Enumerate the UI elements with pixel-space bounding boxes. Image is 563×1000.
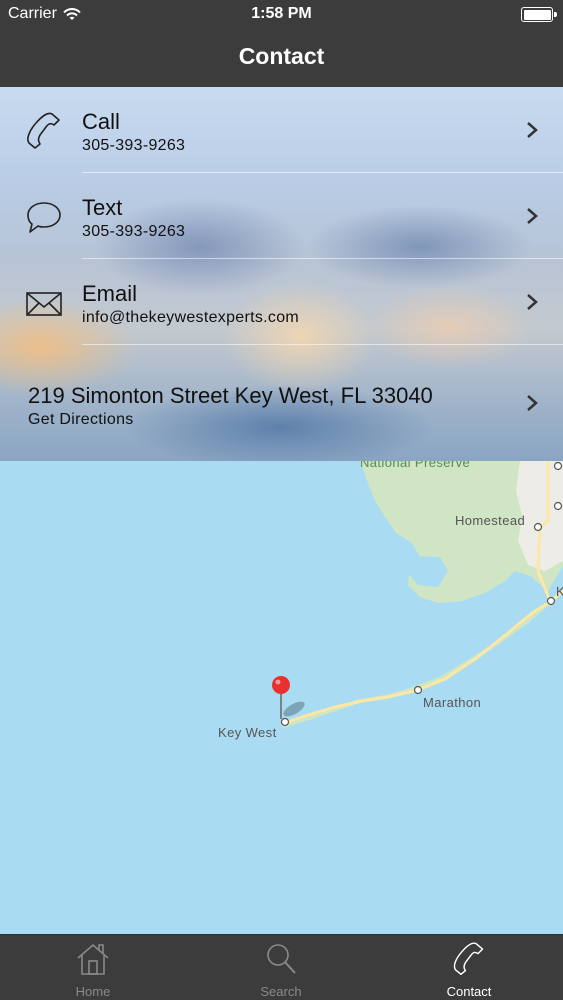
address-title: 219 Simonton Street Key West, FL 33040 xyxy=(28,383,433,408)
row-title: Call xyxy=(82,109,120,134)
row-subtitle: 305-393-9263 xyxy=(82,137,186,154)
chat-bubble-icon xyxy=(27,202,61,233)
contact-panel: Call 305-393-9263 Text 305-393-9263 Emai… xyxy=(0,87,563,461)
map-label-homestead: Homestead xyxy=(455,513,526,528)
map-label-preserve: National Preserve xyxy=(360,461,471,470)
tab-bar: Home Search Contact xyxy=(0,934,563,1000)
address-row[interactable]: 219 Simonton Street Key West, FL 33040 G… xyxy=(0,353,563,461)
battery-icon xyxy=(521,7,557,22)
phone-icon xyxy=(453,942,484,976)
row-subtitle: info@thekeywestexperts.com xyxy=(82,309,300,326)
chevron-right-icon xyxy=(527,122,538,138)
chevron-right-icon xyxy=(527,395,538,411)
navigation-bar: Carrier 1:58 PM Contact xyxy=(0,0,563,87)
text-row[interactable]: Text 305-393-9263 xyxy=(0,173,563,259)
map-label-marathon: Marathon xyxy=(423,695,482,710)
email-row[interactable]: Email info@thekeywestexperts.com xyxy=(0,259,563,345)
keys-chain xyxy=(281,599,556,728)
chevron-right-icon xyxy=(527,208,538,224)
map-label-edge: K xyxy=(556,584,563,599)
status-bar: Carrier 1:58 PM xyxy=(0,0,563,28)
chevron-right-icon xyxy=(527,294,538,310)
house-icon xyxy=(77,943,109,975)
tab-label: Contact xyxy=(446,984,492,999)
tab-home[interactable]: Home xyxy=(33,935,153,1000)
magnifier-icon xyxy=(267,944,296,974)
row-divider xyxy=(82,344,563,345)
phone-icon xyxy=(27,112,60,149)
page-title: Contact xyxy=(238,43,325,69)
tab-label: Search xyxy=(260,984,302,999)
row-subtitle: 305-393-9263 xyxy=(82,223,186,240)
envelope-icon xyxy=(26,292,62,316)
row-title: Email xyxy=(82,281,138,306)
call-row[interactable]: Call 305-393-9263 xyxy=(0,87,563,173)
tab-contact[interactable]: Contact xyxy=(409,935,529,1000)
map-label-key-west: Key West xyxy=(218,725,277,740)
map-view[interactable]: National Preserve Homestead Marathon Key… xyxy=(0,461,563,934)
tab-search[interactable]: Search xyxy=(221,935,341,1000)
tab-label: Home xyxy=(75,984,111,999)
location-pin-icon[interactable] xyxy=(270,675,292,721)
get-directions-label: Get Directions xyxy=(28,411,134,428)
clock: 1:58 PM xyxy=(251,5,312,22)
row-title: Text xyxy=(82,195,123,220)
